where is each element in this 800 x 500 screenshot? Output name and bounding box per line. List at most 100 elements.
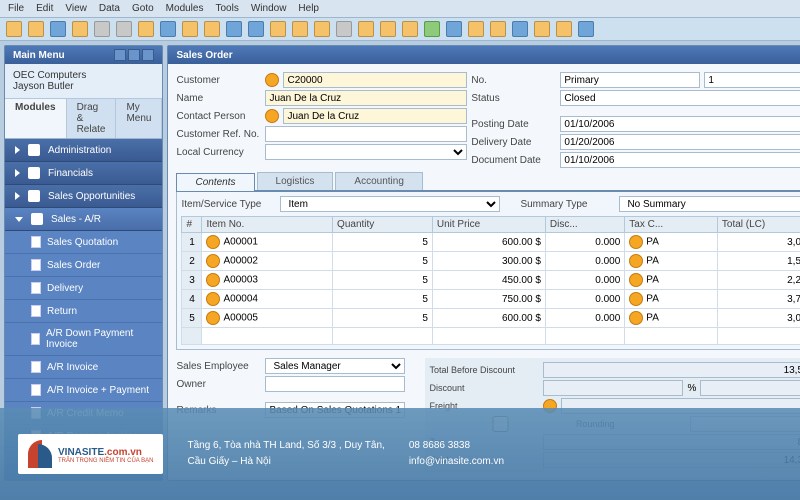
currency-select[interactable] <box>265 144 467 160</box>
link-arrow-icon[interactable] <box>206 235 220 249</box>
toolbar-icon[interactable] <box>358 21 374 37</box>
nav-group-sales-ar[interactable]: Sales - A/R <box>5 208 162 231</box>
no-input[interactable] <box>704 72 800 88</box>
menu-help[interactable]: Help <box>298 3 319 14</box>
toolbar-icon[interactable] <box>534 21 550 37</box>
table-row[interactable]: 5A000055600.00 $0.000PA3,000.00 $ <box>182 309 800 328</box>
menu-file[interactable]: File <box>8 3 24 14</box>
ref-input[interactable] <box>265 126 467 142</box>
nav-item[interactable]: Delivery <box>5 277 162 300</box>
toolbar-icon[interactable] <box>226 21 242 37</box>
toolbar-icon[interactable] <box>490 21 506 37</box>
table-row[interactable]: 3A000035450.00 $0.000PA2,250.00 $ <box>182 271 800 290</box>
nav-item[interactable]: Sales Quotation <box>5 231 162 254</box>
toolbar-icon[interactable] <box>512 21 528 37</box>
menu-tools[interactable]: Tools <box>215 3 238 14</box>
nav-item[interactable]: A/R Invoice <box>5 356 162 379</box>
link-arrow-icon[interactable] <box>629 292 643 306</box>
nav-item[interactable]: A/R Down Payment Invoice <box>5 323 162 356</box>
link-arrow-icon[interactable] <box>206 273 220 287</box>
toolbar-icon[interactable] <box>556 21 572 37</box>
no-type-input[interactable] <box>560 72 700 88</box>
toolbar-icon[interactable] <box>248 21 264 37</box>
link-arrow-icon[interactable] <box>629 311 643 325</box>
grid-header[interactable]: # <box>182 217 202 233</box>
menu-data[interactable]: Data <box>99 3 120 14</box>
toolbar-icon[interactable] <box>424 21 440 37</box>
nav-item[interactable]: Sales Order <box>5 254 162 277</box>
items-grid[interactable]: #Item No.QuantityUnit PriceDisc...Tax C.… <box>181 216 800 345</box>
nav-item[interactable]: Return <box>5 300 162 323</box>
toolbar-icon[interactable] <box>314 21 330 37</box>
link-arrow-icon[interactable] <box>265 109 279 123</box>
close-icon[interactable] <box>142 49 154 61</box>
toolbar-icon[interactable] <box>292 21 308 37</box>
minimize-icon[interactable] <box>114 49 126 61</box>
toolbar-icon[interactable] <box>72 21 88 37</box>
nav-group-financials[interactable]: Financials <box>5 162 162 185</box>
table-row[interactable]: 4A000045750.00 $0.000PA3,750.00 $ <box>182 290 800 309</box>
toolbar-icon[interactable] <box>50 21 66 37</box>
tab-drag-relate[interactable]: Drag & Relate <box>67 99 117 138</box>
grid-header[interactable]: Quantity <box>333 217 433 233</box>
link-arrow-icon[interactable] <box>265 73 279 87</box>
menu-edit[interactable]: Edit <box>36 3 53 14</box>
tab-my-menu[interactable]: My Menu <box>116 99 162 138</box>
link-arrow-icon[interactable] <box>206 254 220 268</box>
nav-item[interactable]: A/R Invoice + Payment <box>5 379 162 402</box>
summary-select[interactable]: No Summary <box>619 196 800 212</box>
item-type-select[interactable]: Item <box>280 196 500 212</box>
table-row[interactable]: 2A000025300.00 $0.000PA1,500.00 $ <box>182 252 800 271</box>
tab-modules[interactable]: Modules <box>5 99 67 138</box>
currency-label: Local Currency <box>176 147 261 158</box>
tab-contents[interactable]: Contents <box>176 173 254 191</box>
delivery-input[interactable] <box>560 134 800 150</box>
tab-accounting[interactable]: Accounting <box>335 172 422 190</box>
owner-input[interactable] <box>265 376 405 392</box>
menu-view[interactable]: View <box>65 3 87 14</box>
nav-group-administration[interactable]: Administration <box>5 139 162 162</box>
grid-header[interactable]: Unit Price <box>432 217 545 233</box>
posting-input[interactable] <box>560 116 800 132</box>
grid-header[interactable]: Item No. <box>202 217 333 233</box>
contact-input[interactable] <box>283 108 467 124</box>
sales-emp-select[interactable]: Sales Manager <box>265 358 405 374</box>
toolbar-icon[interactable] <box>116 21 132 37</box>
toolbar-icon[interactable] <box>204 21 220 37</box>
toolbar-icon[interactable] <box>182 21 198 37</box>
tab-logistics[interactable]: Logistics <box>257 172 334 190</box>
menu-modules[interactable]: Modules <box>166 3 204 14</box>
toolbar-icon[interactable] <box>402 21 418 37</box>
link-arrow-icon[interactable] <box>206 311 220 325</box>
docdate-input[interactable] <box>560 152 800 168</box>
discount-amt[interactable] <box>700 380 800 396</box>
link-arrow-icon[interactable] <box>629 273 643 287</box>
toolbar-icon[interactable] <box>468 21 484 37</box>
toolbar-icon[interactable] <box>578 21 594 37</box>
table-row[interactable]: 1A000015600.00 $0.000PA3,000.00 $ <box>182 233 800 252</box>
toolbar-icon[interactable] <box>380 21 396 37</box>
table-row-empty[interactable] <box>182 328 800 345</box>
link-arrow-icon[interactable] <box>629 235 643 249</box>
grid-header[interactable]: Tax C... <box>625 217 718 233</box>
link-arrow-icon[interactable] <box>206 292 220 306</box>
menu-window[interactable]: Window <box>251 3 287 14</box>
nav-group-sales-opportunities[interactable]: Sales Opportunities <box>5 185 162 208</box>
grid-header[interactable]: Total (LC) <box>717 217 800 233</box>
toolbar-icon[interactable] <box>28 21 44 37</box>
toolbar-icon[interactable] <box>446 21 462 37</box>
toolbar-icon[interactable] <box>138 21 154 37</box>
menu-goto[interactable]: Goto <box>132 3 154 14</box>
toolbar-icon[interactable] <box>160 21 176 37</box>
status-input[interactable] <box>560 90 800 106</box>
toolbar-icon[interactable] <box>94 21 110 37</box>
link-arrow-icon[interactable] <box>629 254 643 268</box>
toolbar-icon[interactable] <box>6 21 22 37</box>
toolbar-icon[interactable] <box>270 21 286 37</box>
customer-input[interactable] <box>283 72 467 88</box>
maximize-icon[interactable] <box>128 49 140 61</box>
name-input[interactable] <box>265 90 467 106</box>
discount-pct[interactable] <box>543 380 683 396</box>
toolbar-icon[interactable] <box>336 21 352 37</box>
grid-header[interactable]: Disc... <box>545 217 624 233</box>
